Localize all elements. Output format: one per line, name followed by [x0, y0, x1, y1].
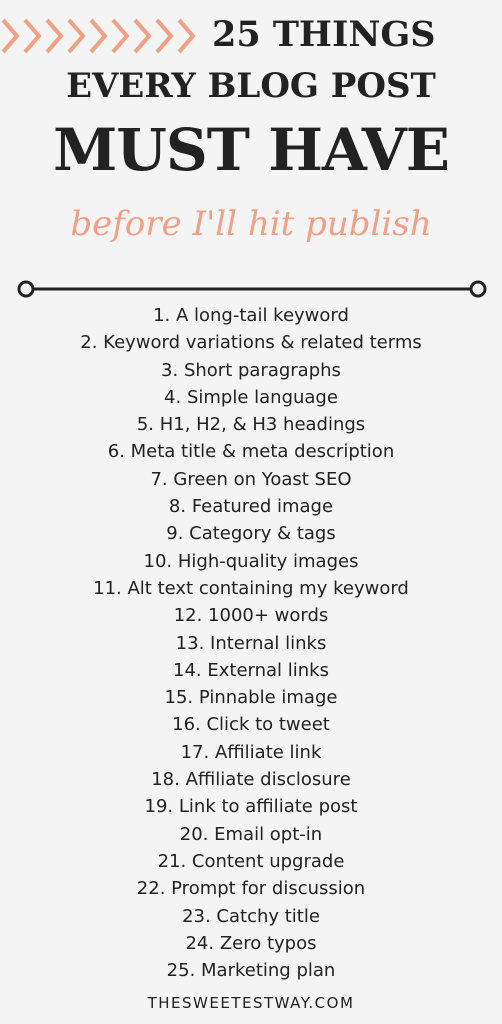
divider-endpoint-right: [469, 280, 487, 298]
chevron-right-icon: [133, 18, 152, 54]
list-item: 5. H1, H2, & H3 headings: [136, 414, 366, 436]
list-item: 13. Internal links: [175, 632, 327, 654]
footer-site: THESWEETESTWAY.COM: [147, 994, 355, 1012]
script-subtitle: before I'll hit publish: [70, 204, 432, 244]
title-line-3: MUST HAVE: [53, 116, 450, 184]
list-item: 15. Pinnable image: [164, 687, 338, 709]
list-item: 25. Marketing plan: [166, 960, 336, 982]
list-item: 12. 1000+ words: [173, 605, 329, 627]
list-item: 4. Simple language: [164, 386, 338, 408]
list-item: 24. Zero typos: [185, 932, 317, 954]
list-item: 2. Keyword variations & related terms: [80, 332, 422, 354]
divider-endpoint-left: [17, 280, 35, 298]
chevron-right-icon: [111, 18, 130, 54]
chevron-right-icon: [67, 18, 86, 54]
chevron-right-icon: [89, 18, 108, 54]
list-item: 10. High-quality images: [143, 550, 359, 572]
chevron-right-icon: [1, 18, 20, 54]
title-line-2: EVERY BLOG POST: [66, 66, 436, 106]
title-line-1: 25 THINGS: [212, 14, 436, 55]
list-item: 19. Link to affiliate post: [144, 796, 358, 818]
list-item: 8. Featured image: [168, 496, 334, 518]
list-item: 14. External links: [173, 659, 329, 681]
list-item: 3. Short paragraphs: [161, 359, 341, 381]
list-item: 21. Content upgrade: [157, 850, 345, 872]
list-item: 23. Catchy title: [182, 905, 320, 927]
list-item: 17. Affiliate link: [180, 741, 322, 763]
checklist: 1. A long-tail keyword 2. Keyword variati…: [0, 302, 502, 984]
list-item: 1. A long-tail keyword: [153, 305, 349, 326]
list-item: 6. Meta title & meta description: [107, 441, 395, 463]
chevron-right-icon: [155, 18, 174, 54]
list-item: 22. Prompt for discussion: [136, 878, 366, 900]
list-item: 9. Category & tags: [166, 523, 336, 545]
chevron-right-icon: [23, 18, 42, 54]
divider-line: [17, 280, 487, 298]
list-item: 11. Alt text containing my keyword: [93, 577, 409, 599]
list-item: 20. Email opt-in: [179, 823, 323, 845]
list-item: 16. Click to tweet: [172, 714, 330, 736]
chevron-right-icon: [45, 18, 64, 54]
list-item: 7. Green on Yoast SEO: [150, 468, 352, 490]
chevron-decoration: [0, 16, 198, 56]
list-item: 18. Affiliate disclosure: [151, 769, 351, 791]
chevron-right-icon: [177, 18, 196, 54]
